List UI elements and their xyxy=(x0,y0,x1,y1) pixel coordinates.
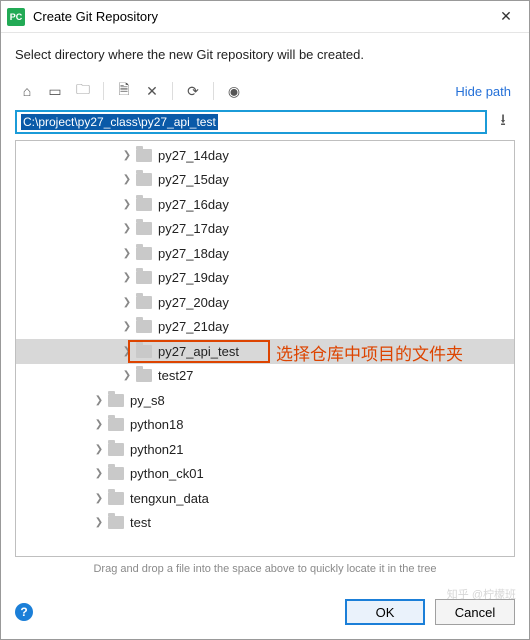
path-input[interactable]: C:\project\py27_class\py27_api_test xyxy=(15,110,487,134)
folder-icon xyxy=(136,198,152,211)
titlebar: PC Create Git Repository ✕ xyxy=(1,1,529,33)
tree-node[interactable]: ❯ py27_16day xyxy=(16,192,514,217)
tree-node-label: test xyxy=(130,515,151,530)
toolbar: ⌂ ▭ 🗀 🗎 ✕ ⟳ ◉ Hide path xyxy=(15,76,515,106)
tree-node-label: py27_20day xyxy=(158,295,229,310)
home-icon[interactable]: ⌂ xyxy=(15,80,39,102)
chevron-right-icon[interactable]: ❯ xyxy=(120,248,134,259)
folder-icon xyxy=(136,271,152,284)
chevron-right-icon[interactable]: ❯ xyxy=(120,150,134,161)
dialog-content: Select directory where the new Git repos… xyxy=(1,33,529,589)
chevron-right-icon[interactable]: ❯ xyxy=(92,395,106,406)
annotation-box xyxy=(128,340,270,363)
folder-icon xyxy=(136,296,152,309)
window-title: Create Git Repository xyxy=(33,9,483,24)
folder-icon xyxy=(108,467,124,480)
chevron-right-icon[interactable]: ❯ xyxy=(92,419,106,430)
cancel-button[interactable]: Cancel xyxy=(435,599,515,625)
tree-node-label: py27_14day xyxy=(158,148,229,163)
tree-node-label: py27_21day xyxy=(158,319,229,334)
close-button[interactable]: ✕ xyxy=(483,1,529,33)
folder-icon xyxy=(108,516,124,529)
tree-node[interactable]: ❯ python21 xyxy=(16,437,514,462)
history-dropdown-icon[interactable]: ⭳ xyxy=(491,110,515,134)
tree-node[interactable]: ❯ py27_17day xyxy=(16,217,514,242)
folder-icon xyxy=(108,443,124,456)
module-icon[interactable]: ▭ xyxy=(43,80,67,102)
folder-icon xyxy=(136,222,152,235)
folder-icon xyxy=(136,173,152,186)
instruction-text: Select directory where the new Git repos… xyxy=(15,47,515,62)
tree-node-label: py27_17day xyxy=(158,221,229,236)
toolbar-separator xyxy=(213,82,214,100)
path-input-value: C:\project\py27_class\py27_api_test xyxy=(21,114,218,130)
dialog-window: PC Create Git Repository ✕ Select direct… xyxy=(0,0,530,640)
tree-node[interactable]: ❯ test27 xyxy=(16,364,514,389)
tree-node-label: py_s8 xyxy=(130,393,165,408)
chevron-right-icon[interactable]: ❯ xyxy=(92,517,106,528)
directory-tree[interactable]: ❯ py27_14day ❯ py27_15day ❯ py27_16day ❯ py27_1… xyxy=(15,140,515,557)
watermark: 知乎 @柠檬班 xyxy=(447,586,516,602)
tree-node[interactable]: ❯ py_s8 xyxy=(16,388,514,413)
tree-node[interactable]: ❯ py27_15day xyxy=(16,168,514,193)
hide-path-link[interactable]: Hide path xyxy=(455,84,511,99)
delete-icon[interactable]: ✕ xyxy=(140,80,164,102)
folder-icon xyxy=(108,492,124,505)
folder-icon xyxy=(136,369,152,382)
folder-icon xyxy=(136,247,152,260)
tree-node-label: py27_16day xyxy=(158,197,229,212)
chevron-right-icon[interactable]: ❯ xyxy=(92,493,106,504)
help-button[interactable]: ? xyxy=(15,603,33,621)
chevron-right-icon[interactable]: ❯ xyxy=(120,321,134,332)
tree-node[interactable]: ❯ py27_21day xyxy=(16,315,514,340)
show-hidden-icon[interactable]: ◉ xyxy=(222,80,246,102)
tree-node-label: python18 xyxy=(130,417,184,432)
tree-node-label: python21 xyxy=(130,442,184,457)
chevron-right-icon[interactable]: ❯ xyxy=(92,444,106,455)
tree-node[interactable]: ❯ py27_18day xyxy=(16,241,514,266)
folder-icon xyxy=(136,149,152,162)
copy-icon[interactable]: 🗎 xyxy=(112,80,136,102)
folder-icon xyxy=(108,418,124,431)
refresh-icon[interactable]: ⟳ xyxy=(181,80,205,102)
chevron-right-icon[interactable]: ❯ xyxy=(120,370,134,381)
chevron-right-icon[interactable]: ❯ xyxy=(120,297,134,308)
tree-node-label: test27 xyxy=(158,368,193,383)
tree-node[interactable]: ❯ tengxun_data xyxy=(16,486,514,511)
tree-node[interactable]: ❯ test xyxy=(16,511,514,536)
annotation-text: 选择仓库中项目的文件夹 xyxy=(276,340,463,365)
tree-node[interactable]: ❯ python18 xyxy=(16,413,514,438)
ok-button[interactable]: OK xyxy=(345,599,425,625)
tree-node-label: python_ck01 xyxy=(130,466,204,481)
tree-node[interactable]: ❯ python_ck01 xyxy=(16,462,514,487)
folder-icon xyxy=(108,394,124,407)
tree-node[interactable]: ❯ py27_14day xyxy=(16,143,514,168)
tree-node-label: py27_18day xyxy=(158,246,229,261)
drag-drop-hint: Drag and drop a file into the space abov… xyxy=(15,557,515,579)
chevron-right-icon[interactable]: ❯ xyxy=(120,174,134,185)
tree-node-label: py27_15day xyxy=(158,172,229,187)
toolbar-separator xyxy=(103,82,104,100)
chevron-right-icon[interactable]: ❯ xyxy=(120,223,134,234)
chevron-right-icon[interactable]: ❯ xyxy=(92,468,106,479)
app-icon: PC xyxy=(7,8,25,26)
new-folder-icon[interactable]: 🗀 xyxy=(71,80,95,102)
tree-node[interactable]: ❯ py27_20day xyxy=(16,290,514,315)
folder-icon xyxy=(136,320,152,333)
tree-node-label: tengxun_data xyxy=(130,491,209,506)
tree-node-label: py27_19day xyxy=(158,270,229,285)
chevron-right-icon[interactable]: ❯ xyxy=(120,272,134,283)
path-row: C:\project\py27_class\py27_api_test ⭳ xyxy=(15,110,515,134)
toolbar-separator xyxy=(172,82,173,100)
chevron-right-icon[interactable]: ❯ xyxy=(120,199,134,210)
tree-node[interactable]: ❯ py27_19day xyxy=(16,266,514,291)
